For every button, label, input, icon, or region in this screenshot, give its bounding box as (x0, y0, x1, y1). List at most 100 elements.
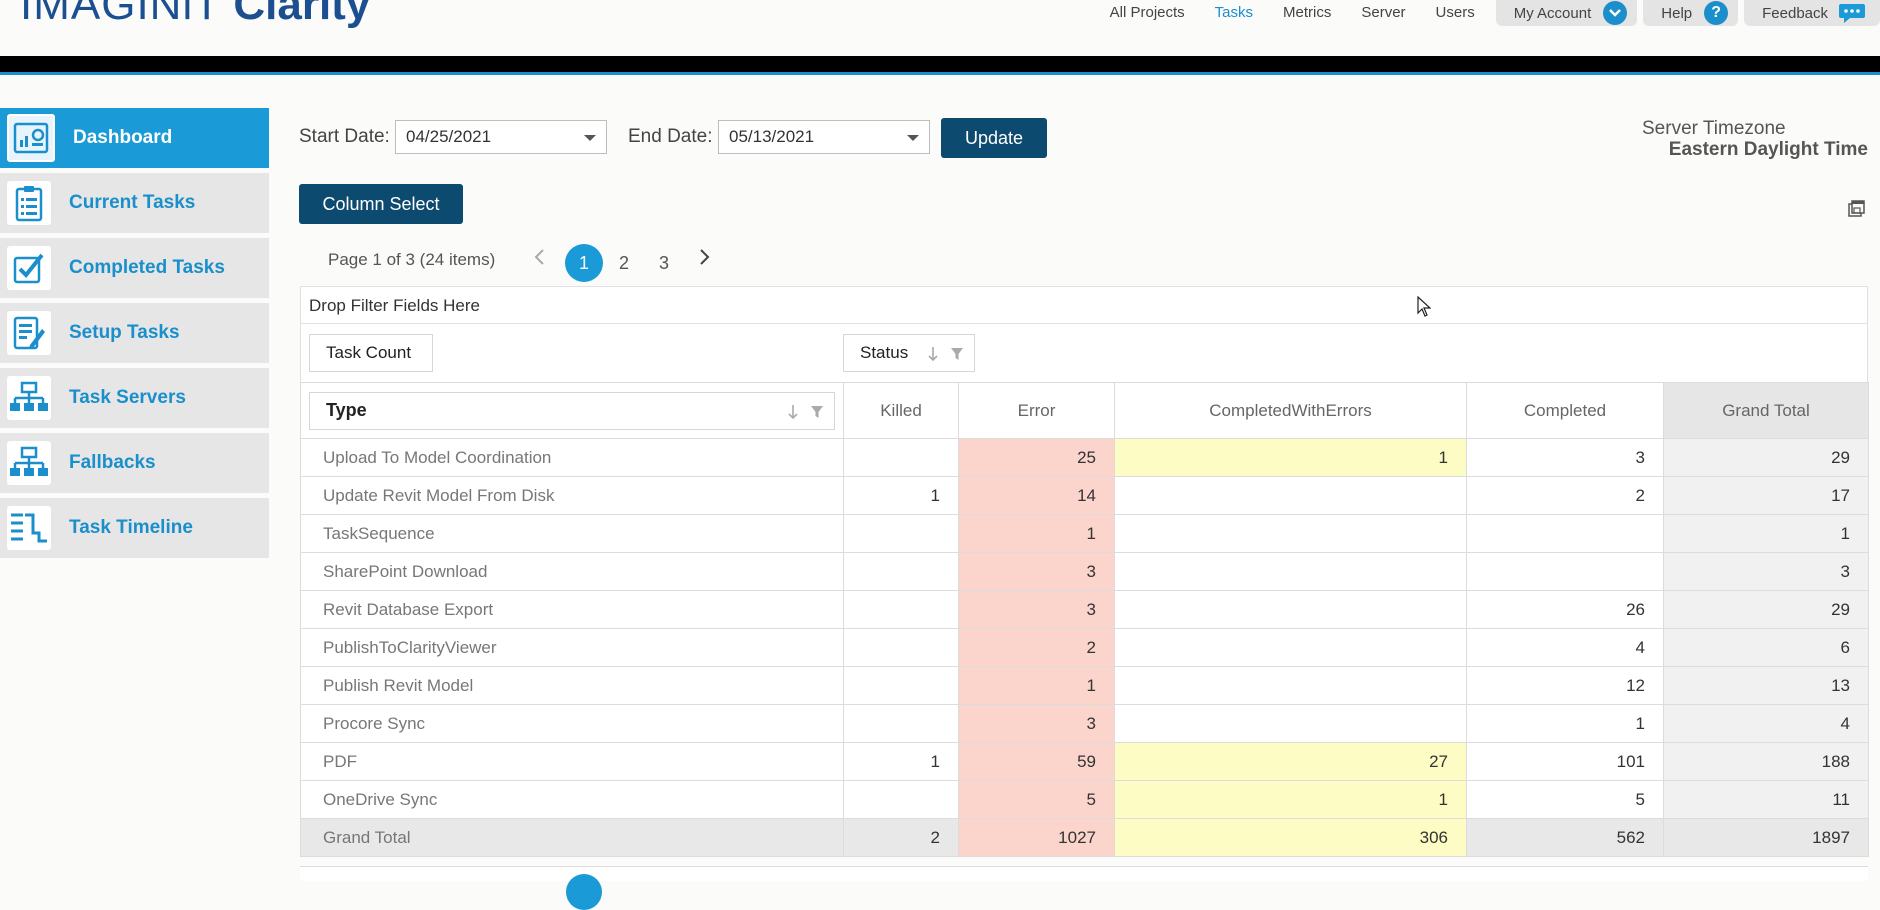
chevron-down-icon[interactable] (584, 135, 596, 141)
cell-error: 3 (958, 704, 1115, 743)
network-icon (7, 441, 51, 485)
cell-completed: 4 (1466, 628, 1664, 667)
cell-completed-with-errors: 306 (1114, 818, 1467, 857)
column-header-error[interactable]: Error (958, 382, 1115, 439)
cell-grand-total: 29 (1663, 438, 1869, 477)
row-label-type: Upload To Model Coordination (300, 438, 844, 477)
sidebar-item-completed-tasks[interactable]: Completed Tasks (0, 238, 269, 298)
restore-window-icon[interactable] (1848, 200, 1865, 217)
cell-grand-total: 3 (1663, 552, 1869, 591)
chevron-left-icon[interactable] (533, 246, 547, 274)
row-field-chip-type[interactable]: Type (309, 391, 835, 430)
app-logo[interactable]: IMAGINiT Clarity (20, 0, 370, 30)
sidebar-item-label: Dashboard (73, 127, 173, 148)
sidebar-item-fallbacks[interactable]: Fallbacks (0, 433, 269, 493)
row-label-type: TaskSequence (300, 514, 844, 553)
cell-killed: 2 (843, 818, 959, 857)
pivot-grid: Type Killed Error CompletedWithErrors Co… (300, 382, 1869, 857)
pivot-filter-drop-area[interactable]: Drop Filter Fields Here (300, 286, 1868, 324)
cell-killed (843, 628, 959, 667)
nav-tasks[interactable]: Tasks (1200, 5, 1268, 21)
cell-grand-total: 4 (1663, 704, 1869, 743)
logo-text-light: IMAGINiT (20, 0, 222, 29)
cell-grand-total: 1 (1663, 514, 1869, 553)
cell-error: 1027 (958, 818, 1115, 857)
cell-completed-with-errors (1114, 514, 1467, 553)
data-field-chip[interactable]: Task Count (309, 334, 433, 372)
sidebar-item-setup-tasks[interactable]: Setup Tasks (0, 303, 269, 363)
filter-icon[interactable] (810, 404, 824, 420)
help-label: Help (1661, 4, 1693, 22)
cell-killed (843, 780, 959, 819)
grand-total-row: Grand Total 2 1027 306 562 1897 (300, 818, 1869, 857)
sidebar-item-task-timeline[interactable]: Task Timeline (0, 498, 269, 558)
mouse-cursor-icon (1417, 296, 1431, 317)
cell-grand-total: 1897 (1663, 818, 1869, 857)
sidebar-item-label: Task Servers (69, 387, 186, 408)
header-divider-bar (0, 56, 1880, 75)
checkbox-icon (7, 246, 51, 290)
server-timezone-label: Server Timezone (1642, 118, 1786, 139)
edit-list-icon (7, 311, 51, 355)
cell-killed: 1 (843, 742, 959, 781)
column-header-completed-with-errors[interactable]: CompletedWithErrors (1114, 382, 1467, 439)
nav-users[interactable]: Users (1421, 5, 1490, 21)
chevron-right-icon[interactable] (697, 246, 711, 274)
row-label-type: OneDrive Sync (300, 780, 844, 819)
start-date-picker[interactable]: 04/25/2021 (395, 120, 607, 154)
sidebar-item-dashboard[interactable]: Dashboard (0, 108, 269, 168)
cell-grand-total: 6 (1663, 628, 1869, 667)
my-account-label: My Account (1513, 4, 1592, 22)
chevron-down-icon[interactable] (907, 135, 919, 141)
dashboard-icon (7, 114, 55, 162)
cell-killed (843, 438, 959, 477)
cell-completed: 5 (1466, 780, 1664, 819)
pivot-bottom-border (300, 866, 1868, 881)
cell-completed: 3 (1466, 438, 1664, 477)
nav-metrics[interactable]: Metrics (1268, 5, 1346, 21)
feedback-menu[interactable]: Feedback (1744, 0, 1880, 26)
data-field-label: Task Count (326, 343, 412, 362)
cell-killed (843, 666, 959, 705)
cell-killed (843, 552, 959, 591)
sidebar-item-current-tasks[interactable]: Current Tasks (0, 173, 269, 233)
cell-grand-total: 11 (1663, 780, 1869, 819)
nav-server[interactable]: Server (1346, 5, 1420, 21)
sidebar-item-label: Current Tasks (69, 192, 196, 213)
top-navigation: All Projects Tasks Metrics Server Users … (1095, 0, 1880, 26)
chevron-down-icon (1603, 1, 1628, 25)
row-field-header: Type (300, 382, 844, 439)
column-header-grand-total: Grand Total (1663, 382, 1869, 439)
cell-error: 1 (958, 514, 1115, 553)
start-date-value: 04/25/2021 (406, 127, 492, 146)
table-row: Update Revit Model From Disk 1 14 2 17 (300, 476, 1869, 515)
end-date-picker[interactable]: 05/13/2021 (718, 120, 930, 154)
cell-killed (843, 514, 959, 553)
timeline-icon (7, 506, 51, 550)
sort-descending-icon[interactable] (786, 404, 800, 420)
grand-total-label: Grand Total (300, 818, 844, 857)
column-header-killed[interactable]: Killed (843, 382, 959, 439)
table-row: Publish Revit Model 1 12 13 (300, 666, 1869, 705)
help-menu[interactable]: Help ? (1643, 0, 1739, 26)
bottom-pager-indicator[interactable] (566, 874, 602, 910)
column-header-completed[interactable]: Completed (1466, 382, 1664, 439)
cell-completed-with-errors (1114, 666, 1467, 705)
cell-error: 1 (958, 666, 1115, 705)
column-select-button[interactable]: Column Select (299, 184, 463, 224)
my-account-menu[interactable]: My Account (1495, 0, 1638, 26)
pager-page-2[interactable]: 2 (605, 244, 643, 282)
sidebar-item-task-servers[interactable]: Task Servers (0, 368, 269, 428)
pager-page-1[interactable]: 1 (565, 244, 603, 282)
cell-error: 3 (958, 552, 1115, 591)
update-button[interactable]: Update (941, 118, 1047, 158)
pager-page-3[interactable]: 3 (645, 244, 683, 282)
cell-error: 3 (958, 590, 1115, 629)
pivot-column-header-row: Type Killed Error CompletedWithErrors Co… (300, 382, 1869, 439)
filter-icon[interactable] (950, 346, 964, 362)
column-field-chip-status[interactable]: Status (843, 334, 975, 372)
cell-completed-with-errors: 1 (1114, 780, 1467, 819)
nav-all-projects[interactable]: All Projects (1095, 5, 1200, 21)
sort-descending-icon[interactable] (926, 346, 940, 362)
feedback-label: Feedback (1762, 4, 1828, 22)
